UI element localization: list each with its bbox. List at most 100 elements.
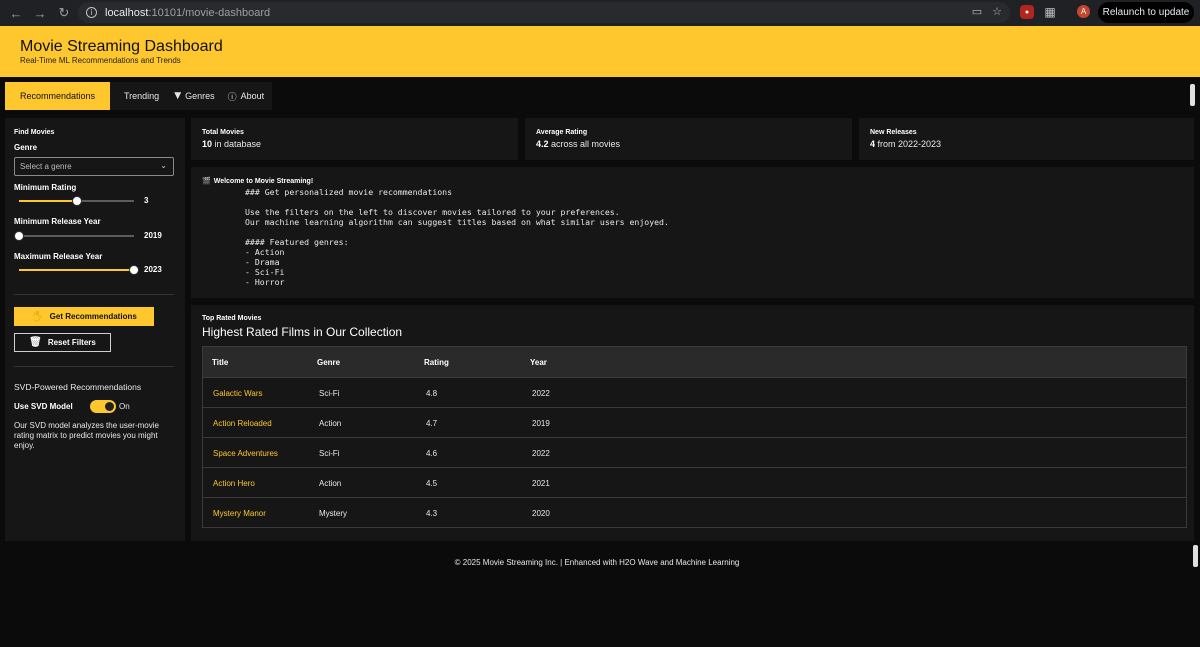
- top-rated-table: Title Genre Rating Year Galactic Wars Sc…: [202, 346, 1187, 528]
- install-app-icon[interactable]: ▭: [972, 5, 982, 18]
- table-row[interactable]: Space Adventures Sci-Fi 4.6 2022: [203, 437, 1186, 467]
- welcome-line: - Sci-Fi: [245, 267, 285, 277]
- welcome-line: - Drama: [245, 257, 280, 267]
- movie-title-link[interactable]: Mystery Manor: [213, 509, 266, 518]
- movie-year: 2022: [532, 389, 550, 398]
- page-footer: © 2025 Movie Streaming Inc. | Enhanced w…: [454, 558, 740, 567]
- movie-genre: Sci-Fi: [319, 389, 340, 398]
- tab-genres[interactable]: ▼ Genres: [166, 82, 221, 110]
- column-header-title[interactable]: Title: [212, 358, 228, 367]
- table-row[interactable]: Action Reloaded Action 4.7 2019: [203, 407, 1186, 437]
- filter-sidebar: Find Movies Genre Select a genre ⌄ Minim…: [5, 118, 185, 541]
- site-info-icon[interactable]: i: [86, 7, 97, 18]
- column-header-rating[interactable]: Rating: [424, 358, 449, 367]
- stat-label: Average Rating: [536, 129, 588, 136]
- stat-suffix: from 2022-2023: [875, 139, 942, 149]
- tab-about[interactable]: ⓘ About: [222, 82, 273, 110]
- movie-title-link[interactable]: Action Reloaded: [213, 419, 272, 428]
- profile-avatar[interactable]: A: [1077, 5, 1090, 18]
- table-row[interactable]: Mystery Manor Mystery 4.3 2020: [203, 497, 1186, 527]
- movie-rating: 4.5: [426, 479, 438, 488]
- clapperboard-icon: 🎬: [202, 177, 211, 185]
- back-icon[interactable]: ←: [6, 3, 26, 23]
- column-header-genre[interactable]: Genre: [317, 358, 340, 367]
- stat-suffix: in database: [212, 139, 262, 149]
- chevron-down-icon: ⌄: [160, 161, 167, 170]
- wave-hand-icon: ✋: [31, 311, 44, 322]
- movie-genre: Action: [319, 479, 342, 488]
- stat-value-line: 10 in database: [202, 139, 261, 149]
- bookmark-star-icon[interactable]: ☆: [992, 5, 1002, 18]
- url-path: :10101/movie-dashboard: [148, 6, 271, 19]
- scrollbar-thumb[interactable]: [1190, 84, 1195, 106]
- movie-title-link[interactable]: Galactic Wars: [213, 389, 263, 398]
- app-subtitle: Real-Time ML Recommendations and Trends: [20, 56, 181, 65]
- genre-select-placeholder: Select a genre: [20, 162, 72, 171]
- url-text: localhost:10101/movie-dashboard: [105, 7, 270, 19]
- movie-year: 2021: [532, 479, 550, 488]
- reload-icon[interactable]: ↻: [54, 3, 74, 23]
- tab-label: About: [240, 91, 265, 101]
- max-year-label: Maximum Release Year: [14, 252, 103, 261]
- movie-year: 2022: [532, 449, 550, 458]
- nav-tabs: Recommendations Trending ▼ Genres ⓘ About: [5, 82, 273, 110]
- stat-card-new-releases: New Releases 4 from 2022-2023: [859, 118, 1194, 160]
- movie-title-link[interactable]: Space Adventures: [213, 449, 278, 458]
- movie-genre: Mystery: [319, 509, 347, 518]
- forward-icon[interactable]: →: [30, 3, 50, 23]
- stat-value-line: 4.2 across all movies: [536, 139, 620, 149]
- stat-label: New Releases: [870, 129, 917, 136]
- table-row[interactable]: Galactic Wars Sci-Fi 4.8 2022: [203, 377, 1186, 407]
- extensions-puzzle-icon[interactable]: ▦: [1043, 5, 1057, 19]
- tab-trending[interactable]: Trending: [110, 82, 166, 110]
- welcome-line: Use the filters on the left to discover …: [245, 207, 620, 217]
- get-recommendations-button[interactable]: ✋ Get Recommendations: [14, 307, 154, 326]
- stat-card-average-rating: Average Rating 4.2 across all movies: [525, 118, 852, 160]
- welcome-line: ### Get personalized movie recommendatio…: [245, 187, 453, 197]
- table-row[interactable]: Action Hero Action 4.5 2021: [203, 467, 1186, 497]
- svd-toggle[interactable]: [90, 400, 116, 413]
- tab-label: Genres: [185, 91, 215, 101]
- extension-icon[interactable]: ●: [1020, 5, 1034, 19]
- min-year-label: Minimum Release Year: [14, 217, 101, 226]
- slider-thumb[interactable]: [14, 231, 24, 241]
- genre-select[interactable]: Select a genre ⌄: [14, 157, 174, 176]
- address-bar[interactable]: i localhost:10101/movie-dashboard ▭ ☆: [78, 2, 1010, 23]
- toggle-knob: [105, 402, 114, 411]
- stat-card-total-movies: Total Movies 10 in database: [191, 118, 518, 160]
- movie-rating: 4.3: [426, 509, 438, 518]
- slider-thumb[interactable]: [71, 196, 82, 206]
- movie-year: 2020: [532, 509, 550, 518]
- relaunch-button[interactable]: Relaunch to update: [1098, 2, 1194, 23]
- slider-thumb[interactable]: [129, 265, 139, 275]
- svd-toggle-label: Use SVD Model: [14, 402, 73, 411]
- button-label: Get Recommendations: [49, 312, 137, 321]
- trash-icon: 🗑: [29, 337, 42, 348]
- min-rating-value: 3: [144, 196, 149, 205]
- url-host: localhost: [105, 6, 149, 19]
- welcome-line: #### Featured genres:: [245, 237, 349, 247]
- tab-label: Recommendations: [19, 91, 96, 101]
- min-rating-slider[interactable]: [19, 196, 134, 206]
- welcome-line: Our machine learning algorithm can sugge…: [245, 217, 669, 227]
- tab-recommendations[interactable]: Recommendations: [5, 82, 110, 110]
- stat-suffix: across all movies: [548, 139, 621, 149]
- stat-value: 10: [202, 139, 213, 149]
- column-header-year[interactable]: Year: [530, 358, 547, 367]
- reset-filters-button[interactable]: 🗑 Reset Filters: [14, 333, 111, 352]
- stat-value-line: 4 from 2022-2023: [870, 139, 941, 149]
- slider-fill: [19, 200, 77, 202]
- movie-title-link[interactable]: Action Hero: [213, 479, 255, 488]
- top-rated-small-title: Top Rated Movies: [202, 315, 262, 322]
- stat-label: Total Movies: [202, 129, 244, 136]
- movie-genre: Action: [319, 419, 342, 428]
- movie-rating: 4.6: [426, 449, 438, 458]
- svd-heading: SVD-Powered Recommendations: [14, 382, 142, 392]
- tab-label: Trending: [124, 91, 160, 101]
- movie-rating: 4.7: [426, 419, 438, 428]
- max-year-slider[interactable]: [19, 265, 139, 275]
- welcome-line: - Horror: [245, 277, 285, 287]
- filter-icon: ▼: [174, 91, 182, 101]
- min-year-slider[interactable]: [14, 231, 134, 241]
- top-rated-title: Highest Rated Films in Our Collection: [202, 325, 403, 339]
